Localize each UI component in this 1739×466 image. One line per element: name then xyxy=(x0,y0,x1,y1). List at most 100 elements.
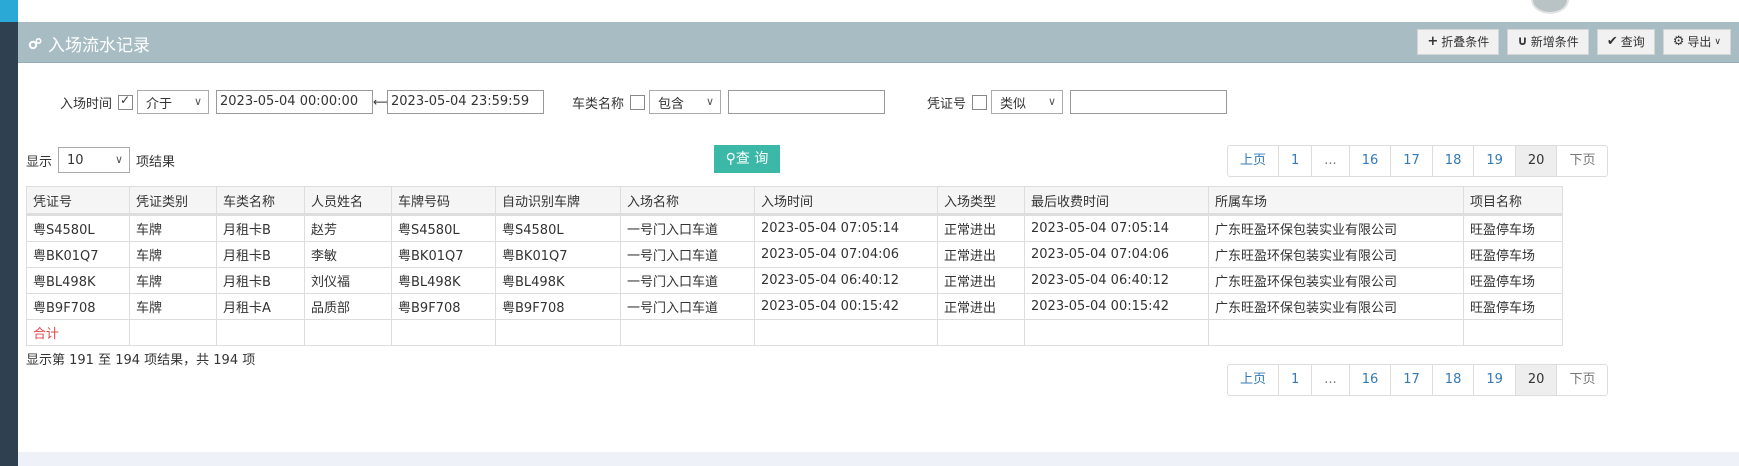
table-row[interactable]: 粤BK01Q7 车牌 月租卡B 李敏 粤BK01Q7 粤BK01Q7 一号门入口车道 2023… xyxy=(26,241,1563,268)
table-cell: 粤BK01Q7 xyxy=(26,241,130,268)
entry-time-checkbox[interactable] xyxy=(118,93,134,110)
total-cell xyxy=(1463,319,1563,346)
pager-item[interactable]: 18 xyxy=(1433,146,1475,176)
table-cell: 一号门入口车道 xyxy=(620,241,755,268)
column-header[interactable]: 自动识别车牌 xyxy=(495,186,621,216)
column-header[interactable]: 人员姓名 xyxy=(304,186,392,216)
table-cell: 车牌 xyxy=(129,241,217,268)
avatar[interactable] xyxy=(1531,0,1569,14)
car-type-checkbox[interactable] xyxy=(630,94,646,110)
entry-time-start-input[interactable]: 2023-05-04 00:00:00 xyxy=(216,90,374,114)
pager-item[interactable]: 1 xyxy=(1279,146,1313,176)
table-row[interactable]: 粤S4580L 车牌 月租卡B 赵芳 粤S4580L 粤S4580L 一号门入口车道 2023… xyxy=(26,214,1563,242)
table-cell: 粤B9F708 xyxy=(26,293,130,320)
column-header[interactable]: 凭证类别 xyxy=(129,186,217,216)
gears-icon: ⚙ xyxy=(1672,34,1685,49)
pager-item[interactable]: ... xyxy=(1312,146,1350,176)
chevron-down-icon: ∨ xyxy=(705,95,715,108)
voucher-checkbox[interactable] xyxy=(972,94,988,110)
table-cell: 车牌 xyxy=(129,214,217,242)
table-row[interactable]: 粤B9F708 车牌 月租卡A 品质部 粤B9F708 粤B9F708 一号门入口车道 202… xyxy=(26,293,1563,320)
pager-item[interactable]: 20 xyxy=(1515,365,1558,395)
pager-item[interactable]: 上页 xyxy=(1228,365,1280,395)
pager-bottom: 上页 1... 16 17 18 19 20 下页 xyxy=(1227,364,1609,396)
pager-item[interactable]: 1 xyxy=(1279,365,1313,395)
pager-item[interactable]: 18 xyxy=(1433,365,1475,395)
car-type-label: 车类名称 xyxy=(572,96,625,112)
table-cell: 刘仪福 xyxy=(304,267,392,294)
table-cell: 正常进出 xyxy=(937,241,1025,268)
pager-item[interactable]: 17 xyxy=(1391,365,1433,395)
column-header[interactable]: 车类名称 xyxy=(216,186,305,216)
pager-item[interactable]: 19 xyxy=(1474,365,1516,395)
pager-item[interactable]: 16 xyxy=(1350,365,1392,395)
table-cell: 粤BK01Q7 xyxy=(391,241,496,268)
table-cell: 2023-05-04 00:15:42 xyxy=(1024,293,1209,320)
total-label: 合计 xyxy=(26,319,130,346)
voucher-label: 凭证号 xyxy=(927,96,967,112)
pager-item[interactable]: 16 xyxy=(1350,146,1392,176)
pager-item[interactable]: ... xyxy=(1312,365,1350,395)
check-icon: ✔ xyxy=(1606,34,1618,49)
column-header[interactable]: 入场类型 xyxy=(937,186,1025,216)
filter-car-type: 车类名称 包含 ∨ xyxy=(572,90,886,114)
add-condition-button[interactable]: ∪ 新增条件 xyxy=(1507,29,1589,55)
table-row[interactable]: 粤BL498K 车牌 月租卡B 刘仪福 粤BL498K 粤BL498K 一号门入口车道 202… xyxy=(26,267,1563,294)
table-cell: 粤BL498K xyxy=(391,267,496,294)
left-nav-strip xyxy=(0,22,18,466)
pager-item[interactable]: 17 xyxy=(1391,146,1433,176)
top-bar xyxy=(0,0,1739,22)
table-cell: 2023-05-04 00:15:42 xyxy=(754,293,938,320)
table-cell: 车牌 xyxy=(129,293,217,320)
table-cell: 粤BK01Q7 xyxy=(495,241,621,268)
column-header[interactable]: 入场名称 xyxy=(620,186,755,216)
header-query-button[interactable]: ✔ 查询 xyxy=(1596,29,1655,55)
page-size-control: 显示 10 ∨ 项结果 xyxy=(26,147,175,173)
table-cell: 正常进出 xyxy=(937,214,1025,242)
table-cell: 月租卡B xyxy=(216,267,305,294)
page-title-text: 入场流水记录 xyxy=(48,36,150,56)
column-header[interactable]: 最后收费时间 xyxy=(1024,186,1209,216)
column-header[interactable]: 项目名称 xyxy=(1463,186,1563,216)
pager-item[interactable]: 下页 xyxy=(1557,365,1607,395)
chevron-down-icon: ∨ xyxy=(114,153,124,166)
car-type-operator-select[interactable]: 包含 ∨ xyxy=(649,90,722,114)
panel-header: 入场流水记录 + 折叠条件 ∪ 新增条件 ✔ 查询 ⚙ 导出 ∨ xyxy=(18,22,1739,63)
table-cell: 广东旺盈环保包装实业有限公司 xyxy=(1208,241,1464,268)
pager-item[interactable]: 上页 xyxy=(1228,146,1280,176)
pager-item[interactable]: 20 xyxy=(1515,146,1558,176)
car-type-input[interactable] xyxy=(728,90,886,114)
search-icon: ⚲ xyxy=(725,151,736,167)
table-cell: 正常进出 xyxy=(937,267,1025,294)
table-cell: 2023-05-04 06:40:12 xyxy=(754,267,938,294)
column-header[interactable]: 车牌号码 xyxy=(391,186,496,216)
table-cell: 2023-05-04 07:04:06 xyxy=(1024,241,1209,268)
entry-time-operator-select[interactable]: 介于 ∨ xyxy=(137,90,210,114)
chevron-down-icon: ∨ xyxy=(1714,37,1721,47)
collapse-conditions-button[interactable]: + 折叠条件 xyxy=(1417,29,1500,55)
table-cell: 2023-05-04 06:40:12 xyxy=(1024,267,1209,294)
filter-entry-time: 入场时间 介于∨ 2023-05-04 00:00:00 ⟷ 2023-05-0… xyxy=(60,90,545,114)
pager-item[interactable]: 19 xyxy=(1474,146,1516,176)
table-cell: 旺盈停车场 xyxy=(1463,241,1563,268)
table-cell: 赵芳 xyxy=(304,214,392,242)
table-cell: 旺盈停车场 xyxy=(1463,293,1563,320)
page-title: 入场流水记录 xyxy=(28,31,150,56)
query-button[interactable]: ⚲查 询 xyxy=(714,145,780,173)
table-cell: 粤B9F708 xyxy=(391,293,496,320)
total-cell xyxy=(1208,319,1464,346)
page-size-select[interactable]: 10 ∨ xyxy=(58,147,131,173)
column-header[interactable]: 所属车场 xyxy=(1208,186,1464,216)
table-cell: 粤BL498K xyxy=(26,267,130,294)
export-button[interactable]: ⚙ 导出 ∨ xyxy=(1662,29,1731,55)
column-header[interactable]: 凭证号 xyxy=(26,186,130,216)
pager-item[interactable]: 下页 xyxy=(1557,146,1607,176)
voucher-input[interactable] xyxy=(1070,90,1228,114)
voucher-operator-select[interactable]: 类似 ∨ xyxy=(991,90,1064,114)
total-cell xyxy=(391,319,496,346)
table-header-row: 凭证号 凭证类别 车类名称 人员姓名 车牌号码 自动识别车牌 入场名称 入场时间 入场类型 最后收… xyxy=(26,186,1563,216)
entry-time-end-input[interactable]: 2023-05-04 23:59:59 xyxy=(387,90,545,114)
table-cell: 品质部 xyxy=(304,293,392,320)
column-header[interactable]: 入场时间 xyxy=(754,186,938,216)
table-cell: 车牌 xyxy=(129,267,217,294)
